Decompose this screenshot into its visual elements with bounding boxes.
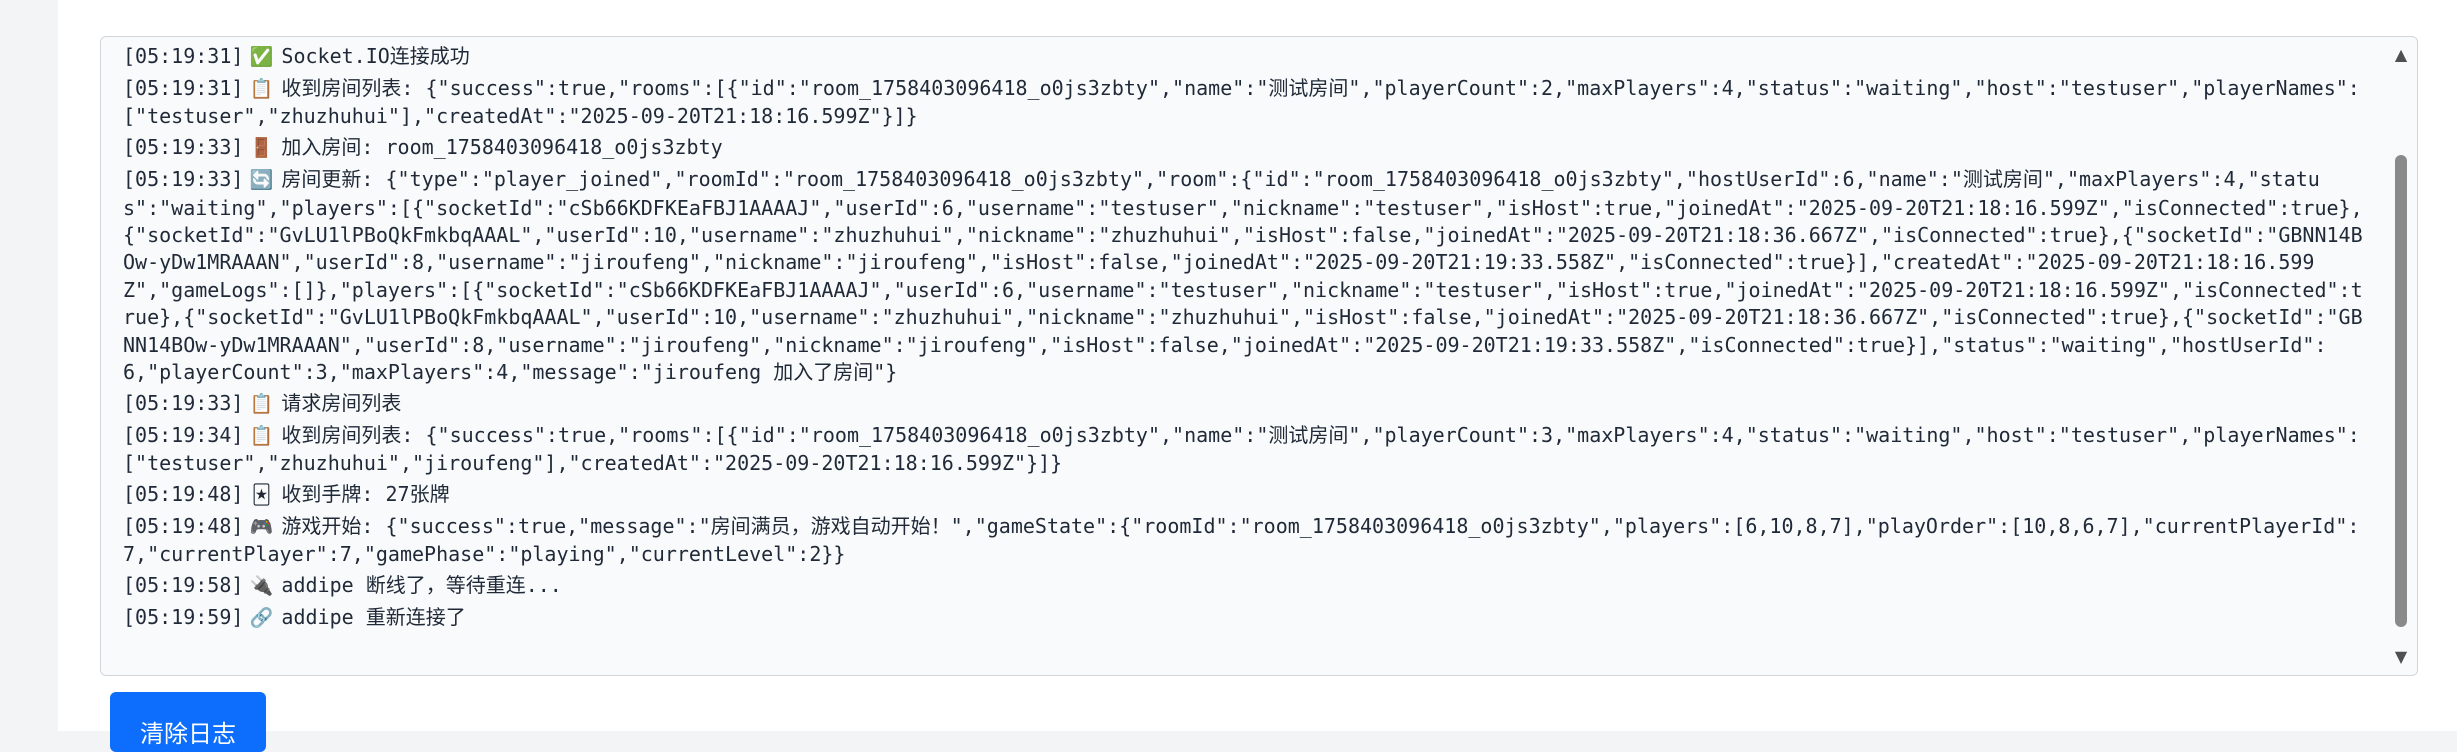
log-entry: [05:19:48] 🃏 收到手牌: 27张牌: [123, 481, 2373, 509]
clipboard-icon: 📋: [249, 424, 274, 447]
scroll-thumb[interactable]: [2395, 155, 2407, 627]
log-message: 请求房间列表: [281, 390, 402, 415]
plug-icon: 🔌: [249, 575, 274, 598]
log-message: 收到房间列表: {"success":true,"rooms":[{"id":"…: [123, 422, 2360, 476]
log-timestamp: [05:19:33]: [123, 135, 244, 160]
scroll-up-icon[interactable]: ▲: [2391, 45, 2411, 65]
log-entry: [05:19:33] 📋 请求房间列表: [123, 390, 2373, 418]
log-timestamp: [05:19:48]: [123, 482, 244, 507]
log-timestamp: [05:19:31]: [123, 75, 244, 100]
log-entry: [05:19:31] 📋 收到房间列表: {"success":true,"room…: [123, 75, 2373, 131]
log-entry: [05:19:58] 🔌 addipe 断线了，等待重连...: [123, 572, 2373, 600]
clear-log-button[interactable]: 清除日志: [110, 692, 266, 752]
log-entry: [05:19:34] 📋 收到房间列表: {"success":true,"room…: [123, 422, 2373, 478]
log-message: 加入房间: room_1758403096418_o0js3zbty: [281, 135, 723, 160]
log-message: 房间更新: {"type":"player_joined","roomId":"…: [123, 167, 2363, 384]
clipboard-icon: 📋: [249, 77, 274, 100]
log-message: Socket.IO连接成功: [281, 44, 470, 68]
log-message: 收到房间列表: {"success":true,"rooms":[{"id":"…: [123, 75, 2360, 129]
log-timestamp: [05:19:31]: [123, 44, 244, 68]
log-message: addipe 重新连接了: [281, 605, 466, 630]
clipboard-icon: 📋: [249, 392, 274, 415]
refresh-icon: 🔄: [249, 169, 274, 192]
scrollbar[interactable]: ▲ ▼: [2389, 45, 2413, 667]
log-message: 游戏开始: {"success":true,"message":"房间满员，游戏…: [123, 514, 2360, 567]
gamepad-icon: 🎮: [249, 516, 274, 538]
log-entry: [05:19:33] 🔄 房间更新: {"type":"player_joined"…: [123, 166, 2373, 386]
log-timestamp: [05:19:58]: [123, 573, 244, 598]
log-timestamp: [05:19:33]: [123, 390, 244, 415]
log-panel: [05:19:31] ✅ Socket.IO连接成功 [05:19:31] 📋 收到房间列…: [100, 36, 2418, 676]
log-message: addipe 断线了，等待重连...: [281, 573, 562, 598]
check-icon: ✅: [249, 46, 274, 68]
log-entry: [05:19:59] 🔗 addipe 重新连接了: [123, 604, 2373, 632]
log-entry: [05:19:48] 🎮 游戏开始: {"success":true,"messag…: [123, 513, 2373, 569]
log-entry: [05:19:31] ✅ Socket.IO连接成功: [123, 43, 2373, 71]
scroll-down-icon[interactable]: ▼: [2391, 647, 2411, 667]
log-message: 收到手牌: 27张牌: [281, 482, 450, 507]
log-timestamp: [05:19:59]: [123, 605, 244, 630]
cards-icon: 🃏: [251, 484, 272, 507]
log-content: [05:19:31] ✅ Socket.IO连接成功 [05:19:31] 📋 收到房间列…: [123, 43, 2373, 669]
log-timestamp: [05:19:48]: [123, 514, 244, 538]
door-icon: 🚪: [249, 137, 274, 160]
log-timestamp: [05:19:34]: [123, 422, 244, 447]
link-icon: 🔗: [249, 607, 274, 630]
log-timestamp: [05:19:33]: [123, 167, 244, 192]
log-entry: [05:19:33] 🚪 加入房间: room_1758403096418_o0js…: [123, 134, 2373, 162]
